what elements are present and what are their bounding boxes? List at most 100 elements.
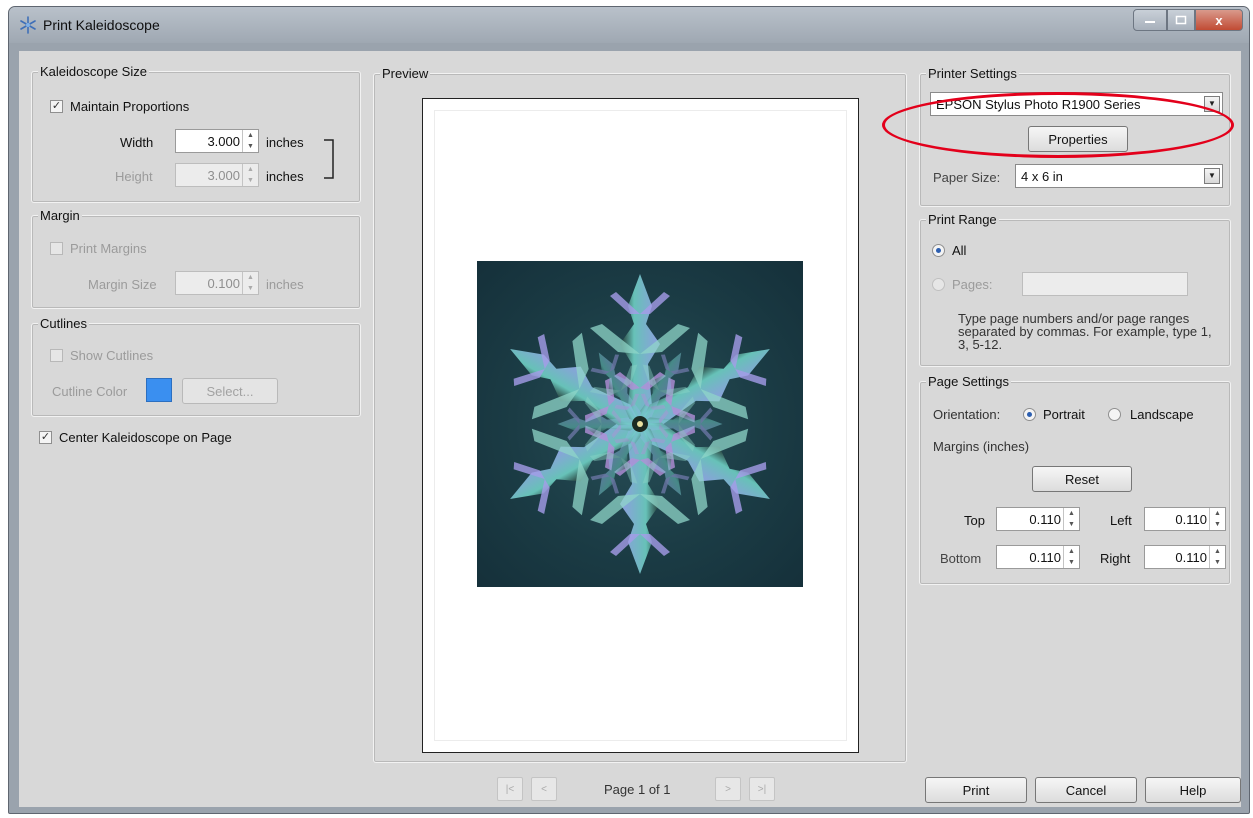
top-margin-label: Top [964,513,985,528]
arrow-up-icon[interactable]: ▲ [1210,508,1225,519]
portrait-radio[interactable] [1023,408,1036,421]
proportion-link-bracket [324,139,334,179]
select-color-button[interactable]: Select... [182,378,278,404]
height-stepper[interactable]: 3.000 ▲ ▼ [175,163,259,187]
pages-radio[interactable] [932,278,945,291]
preview-group: Preview [373,66,907,763]
all-pages-radio[interactable] [932,244,945,257]
orientation-label: Orientation: [933,407,1001,422]
portrait-label: Portrait [1043,407,1085,422]
group-label: Cutlines [38,316,89,331]
print-range-group: Print Range All Pages: Type page numbers… [919,212,1231,367]
close-button[interactable]: x [1195,9,1243,31]
top-margin-value: 0.110 [1029,512,1061,527]
group-label: Page Settings [926,374,1011,389]
arrow-down-icon[interactable]: ▼ [1064,557,1079,568]
last-page-button[interactable]: >| [749,777,775,801]
landscape-radio[interactable] [1108,408,1121,421]
page-indicator: Page 1 of 1 [604,782,671,797]
margin-size-value: 0.100 [207,276,240,291]
center-kaleidoscope-label: Center Kaleidoscope on Page [59,430,232,445]
cutline-color-swatch[interactable] [146,378,172,402]
arrow-down-icon[interactable]: ▼ [1210,557,1225,568]
margin-size-label: Margin Size [88,277,157,292]
spin-arrows[interactable]: ▲ ▼ [1063,546,1079,568]
help-button[interactable]: Help [1145,777,1241,803]
bottom-margin-value: 0.110 [1029,550,1061,565]
group-label: Printer Settings [926,66,1019,81]
chevron-down-icon[interactable]: ▼ [1204,168,1220,184]
width-unit: inches [266,135,304,150]
caption-buttons: x [1133,9,1243,31]
spin-arrows[interactable]: ▲ ▼ [242,272,258,294]
right-margin-stepper[interactable]: 0.110 ▲ ▼ [1144,545,1226,569]
width-label: Width [120,135,154,150]
paper-size-highlight-ellipse [882,92,1234,158]
center-kaleidoscope-checkbox[interactable]: ✓ [39,431,52,444]
paper-size-select[interactable]: 4 x 6 in ▼ [1015,164,1223,188]
snowflake-icon [20,16,36,34]
arrow-down-icon[interactable]: ▼ [1064,519,1079,530]
title-bar[interactable]: Print Kaleidoscope x [9,7,1249,43]
arrow-down-icon[interactable]: ▼ [243,175,258,186]
right-margin-label: Right [1100,551,1131,566]
dialog-body: Kaleidoscope Size ✓ Maintain Proportions… [19,51,1241,807]
maintain-proportions-checkbox[interactable]: ✓ [50,100,63,113]
pages-input[interactable] [1022,272,1188,296]
group-label: Margin [38,208,82,223]
first-page-button[interactable]: |< [497,777,523,801]
previous-page-button[interactable]: < [531,777,557,801]
show-cutlines-checkbox[interactable] [50,349,63,362]
minimize-icon [1145,21,1155,23]
print-button[interactable]: Print [925,777,1027,803]
kaleidoscope-image [477,261,803,587]
left-margin-label: Left [1110,513,1132,528]
spin-arrows[interactable]: ▲ ▼ [242,130,258,152]
landscape-label: Landscape [1130,407,1194,422]
cutline-color-label: Cutline Color [52,384,128,399]
width-stepper[interactable]: 3.000 ▲ ▼ [175,129,259,153]
spin-arrows[interactable]: ▲ ▼ [1063,508,1079,530]
show-cutlines-label: Show Cutlines [70,348,154,363]
arrow-down-icon[interactable]: ▼ [243,283,258,294]
snowflake-kaleidoscope-art [485,274,795,574]
top-margin-stepper[interactable]: 0.110 ▲ ▼ [996,507,1080,531]
kaleidoscope-size-group: Kaleidoscope Size ✓ Maintain Proportions… [31,64,361,203]
print-margins-checkbox[interactable] [50,242,63,255]
margin-group: Margin Print Margins Margin Size 0.100 ▲… [31,208,361,309]
height-value: 3.000 [207,168,240,183]
group-label: Print Range [926,212,999,227]
reset-button[interactable]: Reset [1032,466,1132,492]
maximize-button[interactable] [1167,9,1195,31]
arrow-up-icon[interactable]: ▲ [1064,508,1079,519]
margin-size-stepper[interactable]: 0.100 ▲ ▼ [175,271,259,295]
spin-arrows[interactable]: ▲ ▼ [1209,508,1225,530]
page-range-hint: Type page numbers and/or page ranges sep… [958,311,1212,352]
spin-arrows[interactable]: ▲ ▼ [242,164,258,186]
margins-inches-label: Margins (inches) [933,439,1030,454]
height-unit: inches [266,169,304,184]
cutlines-group: Cutlines Show Cutlines Cutline Color Sel… [31,316,361,417]
arrow-up-icon[interactable]: ▲ [243,164,258,175]
arrow-up-icon[interactable]: ▲ [243,130,258,141]
minimize-button[interactable] [1133,9,1167,31]
bottom-margin-label: Bottom [940,551,982,566]
window-title: Print Kaleidoscope [43,17,160,33]
arrow-up-icon[interactable]: ▲ [1064,546,1079,557]
left-margin-stepper[interactable]: 0.110 ▲ ▼ [1144,507,1226,531]
arrow-up-icon[interactable]: ▲ [1210,546,1225,557]
cancel-button[interactable]: Cancel [1035,777,1137,803]
bottom-margin-stepper[interactable]: 0.110 ▲ ▼ [996,545,1080,569]
close-icon: x [1215,12,1223,28]
page-settings-group: Page Settings Orientation: Portrait Land… [919,374,1231,585]
arrow-up-icon[interactable]: ▲ [243,272,258,283]
margin-size-unit: inches [266,277,304,292]
arrow-down-icon[interactable]: ▼ [1210,519,1225,530]
spin-arrows[interactable]: ▲ ▼ [1209,546,1225,568]
next-page-button[interactable]: > [715,777,741,801]
first-page-icon: |< [505,783,515,795]
arrow-down-icon[interactable]: ▼ [243,141,258,152]
previous-page-icon: < [541,783,547,795]
next-page-icon: > [725,783,731,795]
group-label: Kaleidoscope Size [38,64,149,79]
